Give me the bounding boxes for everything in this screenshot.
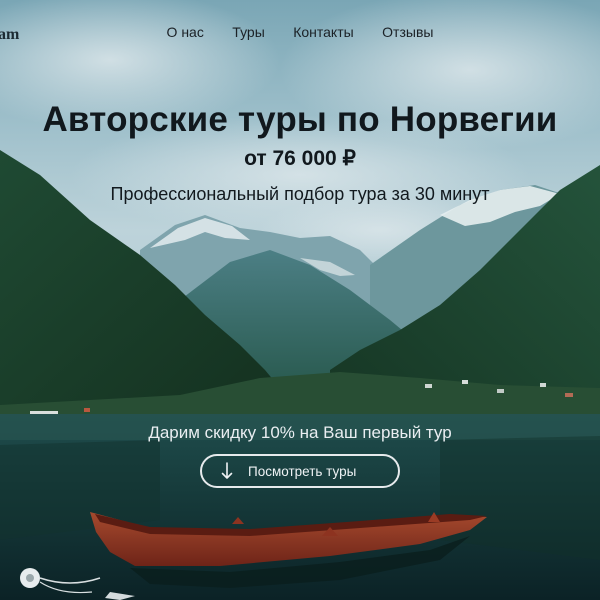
hero-price: от 76 000 ₽ [244,147,356,170]
nav-link-tours[interactable]: Туры [232,24,264,40]
discount-text: Дарим скидку 10% на Ваш первый тур [148,423,452,442]
hero-background-image [0,0,600,600]
hero-section: am О нас Туры Контакты Отзывы Авторские … [0,0,600,600]
view-tours-button-label: Посмотреть туры [248,463,357,479]
view-tours-button[interactable]: Посмотреть туры [200,454,400,488]
main-nav: О нас Туры Контакты Отзывы [0,24,600,42]
nav-link-about[interactable]: О нас [167,24,204,40]
nav-link-contacts[interactable]: Контакты [293,24,353,40]
hero-title: Авторские туры по Норвегии [42,100,558,139]
nav-link-reviews[interactable]: Отзывы [382,24,433,40]
hero-subtitle: Профессиональный подбор тура за 30 минут [110,184,490,204]
arrow-down-icon [221,461,233,484]
